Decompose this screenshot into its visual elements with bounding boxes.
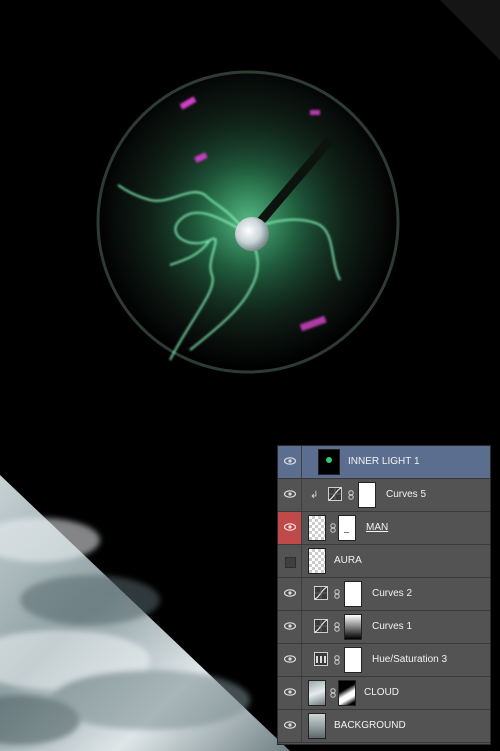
eye-icon — [284, 721, 296, 729]
visibility-toggle[interactable] — [278, 611, 302, 643]
chain-link-icon[interactable] — [330, 688, 336, 698]
layer-row-aura[interactable]: AURA — [278, 545, 490, 578]
layer-row-inner-light-1[interactable]: INNER LIGHT 1 — [278, 446, 490, 479]
layer-name[interactable]: AURA — [334, 555, 362, 566]
eye-icon — [284, 523, 296, 531]
layer-row-hue-saturation-3[interactable]: Hue/Saturation 3 — [278, 644, 490, 677]
layer-name[interactable]: Curves 2 — [372, 588, 412, 599]
curves-icon[interactable] — [314, 619, 328, 633]
layer-name[interactable]: Curves 5 — [386, 489, 426, 500]
eye-icon — [284, 622, 296, 630]
curves-icon[interactable] — [314, 586, 328, 600]
chain-link-icon[interactable] — [334, 622, 340, 632]
clipping-arrow-icon: ↲ — [310, 490, 319, 501]
layer-mask-thumbnail[interactable] — [344, 614, 362, 640]
visibility-toggle[interactable] — [278, 512, 302, 544]
layer-mask-thumbnail[interactable] — [358, 482, 376, 508]
layer-thumbnail[interactable] — [318, 449, 340, 475]
visibility-toggle[interactable] — [278, 710, 302, 742]
eye-icon — [284, 589, 296, 597]
eye-icon — [284, 490, 296, 498]
layer-thumbnail[interactable] — [308, 713, 326, 739]
layer-name[interactable]: Hue/Saturation 3 — [372, 654, 447, 665]
curves-icon[interactable] — [328, 487, 342, 501]
visibility-toggle[interactable] — [278, 578, 302, 610]
layer-mask-thumbnail[interactable] — [338, 515, 356, 541]
layer-name[interactable]: Curves 1 — [372, 621, 412, 632]
layer-row-curves-5[interactable]: ↲ Curves 5 — [278, 479, 490, 512]
visibility-toggle[interactable] — [278, 479, 302, 511]
chain-link-icon[interactable] — [330, 523, 336, 533]
layer-mask-thumbnail[interactable] — [344, 581, 362, 607]
layer-row-man[interactable]: MAN — [278, 512, 490, 545]
eye-icon — [284, 688, 296, 696]
layer-name[interactable]: INNER LIGHT 1 — [348, 456, 420, 467]
eye-icon — [284, 655, 296, 663]
layer-mask-thumbnail[interactable] — [344, 647, 362, 673]
chain-link-icon[interactable] — [334, 589, 340, 599]
eye-icon — [284, 457, 296, 465]
layer-name[interactable]: MAN — [366, 522, 388, 533]
layer-thumbnail[interactable] — [308, 515, 326, 541]
layer-row-curves-1[interactable]: Curves 1 — [278, 611, 490, 644]
visibility-toggle[interactable] — [278, 545, 302, 577]
layer-name[interactable]: CLOUD — [364, 687, 399, 698]
chain-link-icon[interactable] — [334, 655, 340, 665]
layers-panel: INNER LIGHT 1 ↲ Curves 5 MAN AURA Curves… — [277, 445, 491, 745]
layer-name[interactable]: BACKGROUND — [334, 720, 406, 731]
visibility-toggle[interactable] — [278, 677, 302, 709]
layer-mask-thumbnail[interactable] — [338, 680, 356, 706]
layer-row-background[interactable]: BACKGROUND — [278, 710, 490, 743]
visibility-toggle[interactable] — [278, 644, 302, 676]
hue-saturation-icon[interactable] — [314, 652, 328, 666]
chain-link-icon[interactable] — [348, 490, 354, 500]
layer-thumbnail[interactable] — [308, 680, 326, 706]
visibility-toggle[interactable] — [278, 446, 302, 478]
layer-thumbnail[interactable] — [308, 548, 326, 574]
layer-row-cloud[interactable]: CLOUD — [278, 677, 490, 710]
layer-row-curves-2[interactable]: Curves 2 — [278, 578, 490, 611]
